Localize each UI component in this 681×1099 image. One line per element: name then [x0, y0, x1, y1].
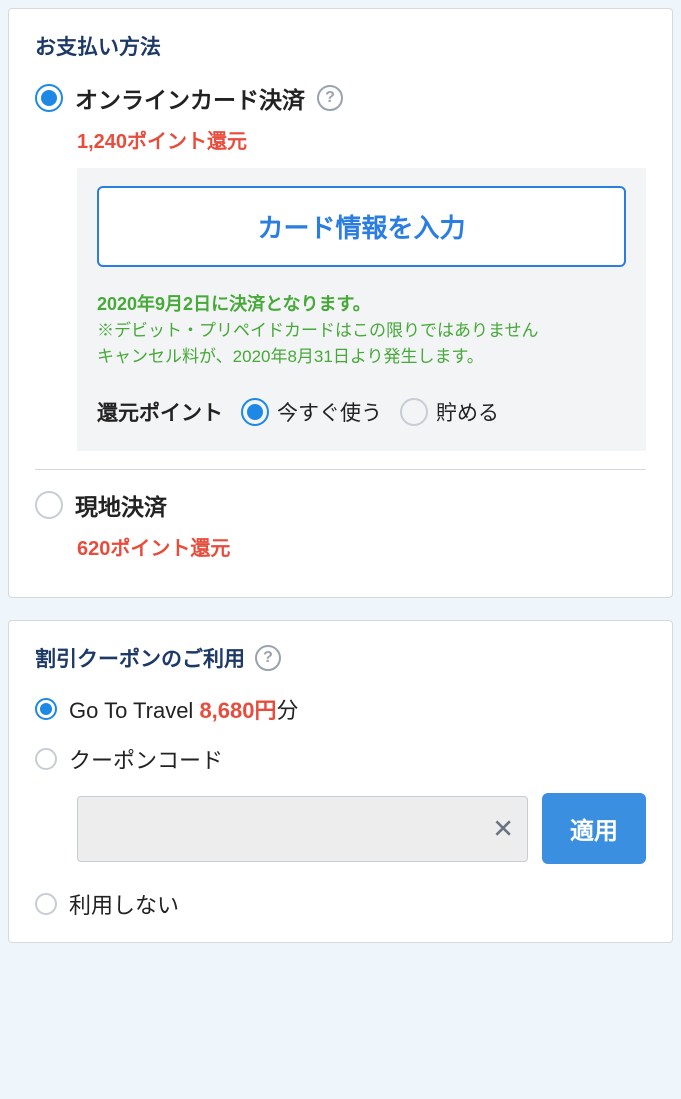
coupon-code-input-row: ✕ 適用: [77, 793, 646, 864]
apply-coupon-button[interactable]: 適用: [542, 793, 646, 864]
coupon-code-input[interactable]: [77, 796, 528, 862]
payment-method-title: お支払い方法: [35, 31, 646, 61]
coupon-section: 割引クーポンのご利用 ? Go To Travel 8,680円分 クーポンコー…: [8, 620, 673, 943]
coupon-input-wrap: ✕: [77, 796, 528, 862]
coupon-option-goto[interactable]: Go To Travel 8,680円分: [35, 693, 646, 725]
radio-icon: [35, 491, 63, 519]
help-icon[interactable]: ?: [255, 645, 281, 671]
radio-icon: [35, 84, 63, 112]
radio-icon: [35, 748, 57, 770]
online-payment-details: カード情報を入力 2020年9月2日に決済となります。 ※デビット・プリペイドカ…: [77, 168, 646, 451]
goto-suffix: 分: [277, 698, 299, 723]
coupon-goto-label: Go To Travel 8,680円分: [69, 693, 299, 725]
enter-card-info-button[interactable]: カード情報を入力: [97, 186, 626, 267]
help-icon[interactable]: ?: [317, 85, 343, 111]
payment-option-onsite-label: 現地決済: [75, 488, 167, 522]
coupon-code-label: クーポンコード: [69, 743, 223, 775]
onsite-points-reward: 620ポイント還元: [77, 532, 646, 561]
goto-amount: 8,680円: [199, 698, 276, 723]
divider: [35, 469, 646, 470]
goto-prefix: Go To Travel: [69, 698, 199, 723]
settlement-date-info: 2020年9月2日に決済となります。: [97, 291, 626, 318]
coupon-none-label: 利用しない: [69, 888, 179, 920]
payment-option-onsite[interactable]: 現地決済: [35, 488, 646, 522]
coupon-section-title: 割引クーポンのご利用: [35, 643, 245, 673]
points-option-use-now-label: 今すぐ使う: [277, 397, 382, 427]
radio-icon: [241, 398, 269, 426]
points-use-label: 還元ポイント: [97, 397, 223, 427]
points-option-use-now[interactable]: 今すぐ使う: [241, 397, 382, 427]
points-use-row: 還元ポイント 今すぐ使う 貯める: [97, 397, 626, 427]
points-option-save-label: 貯める: [436, 397, 499, 427]
payment-option-online-label: オンラインカード決済: [75, 81, 305, 115]
payment-method-section: お支払い方法 オンラインカード決済 ? 1,240ポイント還元 カード情報を入力…: [8, 8, 673, 598]
cancel-fee-note: キャンセル料が、2020年8月31日より発生します。: [97, 347, 484, 366]
radio-icon: [400, 398, 428, 426]
radio-icon: [35, 698, 57, 720]
settlement-sub-info: ※デビット・プリペイドカードはこの限りではありません キャンセル料が、2020年…: [97, 318, 626, 369]
clear-icon[interactable]: ✕: [492, 813, 514, 844]
coupon-option-none[interactable]: 利用しない: [35, 888, 646, 920]
online-points-reward: 1,240ポイント還元: [77, 125, 646, 154]
points-option-save[interactable]: 貯める: [400, 397, 499, 427]
coupon-option-code[interactable]: クーポンコード: [35, 743, 646, 775]
debit-note: ※デビット・プリペイドカードはこの限りではありません: [97, 321, 539, 340]
radio-icon: [35, 893, 57, 915]
payment-option-online[interactable]: オンラインカード決済 ?: [35, 81, 646, 115]
coupon-section-title-row: 割引クーポンのご利用 ?: [35, 643, 646, 673]
